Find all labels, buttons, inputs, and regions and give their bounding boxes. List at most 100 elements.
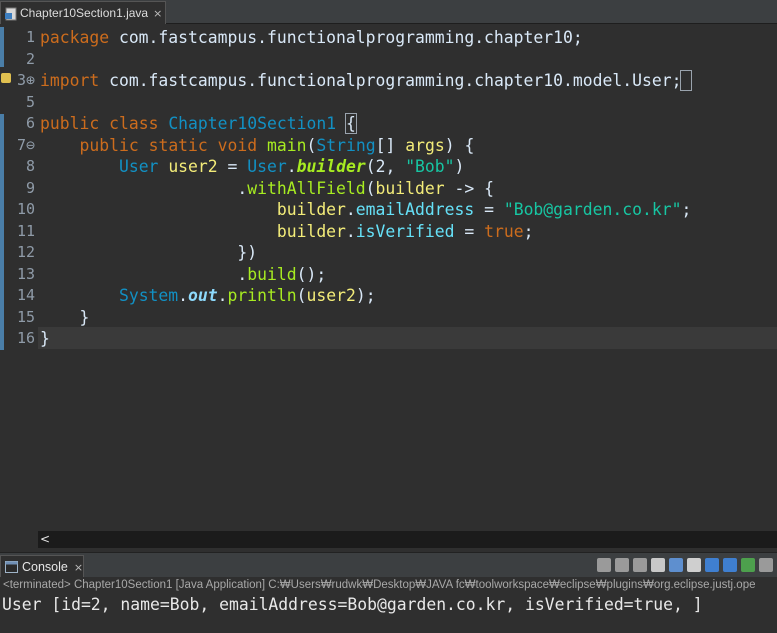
open-console-icon[interactable] [741, 558, 755, 572]
console-output[interactable]: User [id=2, name=Bob, emailAddress=Bob@g… [0, 593, 777, 633]
code-token: builder [375, 178, 445, 198]
terminate-icon[interactable] [597, 558, 611, 572]
code-token: ( [306, 135, 317, 155]
horizontal-scrollbar[interactable]: < [38, 531, 777, 548]
code-token: User [118, 157, 159, 176]
code-line[interactable]: builder.emailAddress = "Bob@garden.co.kr… [40, 199, 691, 221]
line-number: 7⊖ [16, 135, 35, 154]
code-token: System [118, 286, 179, 305]
code-line[interactable]: builder.isVerified = true; [40, 221, 534, 243]
code-token: . [345, 221, 356, 241]
pin-console-icon[interactable] [705, 558, 719, 572]
code-line[interactable]: } [40, 307, 89, 329]
console-launch-description: <terminated> Chapter10Section1 [Java App… [0, 577, 777, 593]
clear-console-icon[interactable] [651, 558, 665, 572]
line-number: 16 [16, 329, 35, 347]
code-token: void [217, 135, 258, 155]
line-number: 3⊕ [16, 71, 35, 89]
code-token: public [79, 135, 139, 155]
code-token: com.fastcampus.functionalprogramming.cha… [99, 71, 682, 90]
console-icon [5, 558, 18, 577]
code-token: . [40, 264, 248, 284]
code-token: . [217, 286, 228, 305]
line-number: 8 [25, 157, 35, 175]
code-token: com.fastcampus.functionalprogramming.cha… [109, 28, 583, 47]
line-number: 2 [25, 49, 35, 68]
code-token: main [267, 135, 307, 155]
code-token: . [345, 200, 356, 219]
console-tab[interactable]: Console × [0, 555, 84, 578]
code-token: out [188, 286, 218, 305]
code-token: "Bob" [405, 157, 455, 176]
code-area[interactable]: package com.fastcampus.functionalprogram… [40, 24, 777, 531]
code-token: args [405, 135, 445, 155]
code-token: ( [296, 286, 307, 305]
line-number: 10 [16, 200, 35, 218]
code-token: ) { [444, 135, 475, 155]
code-line[interactable]: System.out.println(user2); [40, 285, 376, 307]
code-token: println [227, 286, 297, 305]
view-menu-icon[interactable] [759, 558, 773, 572]
code-token: (); [296, 264, 327, 284]
code-token: true [484, 221, 524, 241]
close-icon[interactable]: × [74, 561, 83, 574]
code-token: ); [355, 286, 376, 305]
change-marker-bar [0, 114, 4, 350]
code-token: package [40, 28, 110, 47]
code-token: withAllField [247, 178, 366, 198]
change-marker-bar [0, 27, 4, 67]
code-token: ; [523, 221, 534, 241]
code-line[interactable]: .build(); [40, 264, 326, 286]
line-number: 15 [16, 307, 35, 326]
code-line[interactable]: User user2 = User.builder(2, "Bob") [40, 156, 464, 178]
code-token: ) [454, 157, 465, 176]
scroll-left-arrow[interactable]: < [40, 531, 50, 548]
code-token: ( [365, 178, 376, 198]
code-token: . [178, 286, 189, 305]
code-token: . [40, 178, 248, 198]
code-token: = [217, 157, 248, 176]
code-line[interactable]: } [40, 328, 50, 350]
code-token: [] [375, 135, 406, 155]
code-token: build [247, 264, 297, 284]
remove-all-icon[interactable] [633, 558, 647, 572]
remove-launch-icon[interactable] [615, 558, 629, 572]
show-stdout-icon[interactable] [723, 558, 737, 572]
line-number: 11 [16, 221, 35, 240]
scroll-lock-icon[interactable] [669, 558, 683, 572]
line-number: 13 [16, 264, 35, 283]
code-token: -> { [444, 178, 494, 198]
editor-tab-chapter10section1[interactable]: Chapter10Section1.java × [0, 1, 166, 24]
line-number: 1 [25, 28, 35, 46]
code-line[interactable]: import com.fastcampus.functionalprogramm… [40, 70, 693, 92]
console-tab-bar: Console × [0, 552, 777, 578]
line-number: 5 [25, 92, 35, 111]
code-line[interactable]: public class Chapter10Section1 { [40, 113, 357, 135]
code-token: user2 [168, 157, 218, 176]
code-line[interactable]: public static void main(String[] args) { [40, 135, 474, 157]
code-token: import [40, 71, 100, 90]
code-token: }) [40, 243, 258, 262]
code-editor[interactable]: 1 2 3⊕ 5 6 7⊖ 8 9 10 11 12 13 14 15 16 package com.fas… [0, 24, 777, 531]
line-number-gutter: 1 2 3⊕ 5 6 7⊖ 8 9 10 11 12 13 14 15 16 [12, 24, 38, 531]
code-token: static [148, 135, 208, 155]
code-token: . [286, 157, 297, 176]
console-toolbar [597, 558, 773, 572]
code-line[interactable]: }) [40, 242, 257, 264]
close-icon[interactable]: × [153, 7, 162, 20]
code-token: public [40, 114, 100, 133]
word-wrap-icon[interactable] [687, 558, 701, 572]
code-line[interactable]: .withAllField(builder -> { [40, 178, 494, 200]
code-line[interactable]: package com.fastcampus.functionalprogram… [40, 27, 583, 49]
console-tab-label: Console [22, 560, 68, 574]
code-token: user2 [306, 286, 356, 305]
code-token: class [109, 114, 159, 133]
code-token: } [40, 307, 90, 327]
